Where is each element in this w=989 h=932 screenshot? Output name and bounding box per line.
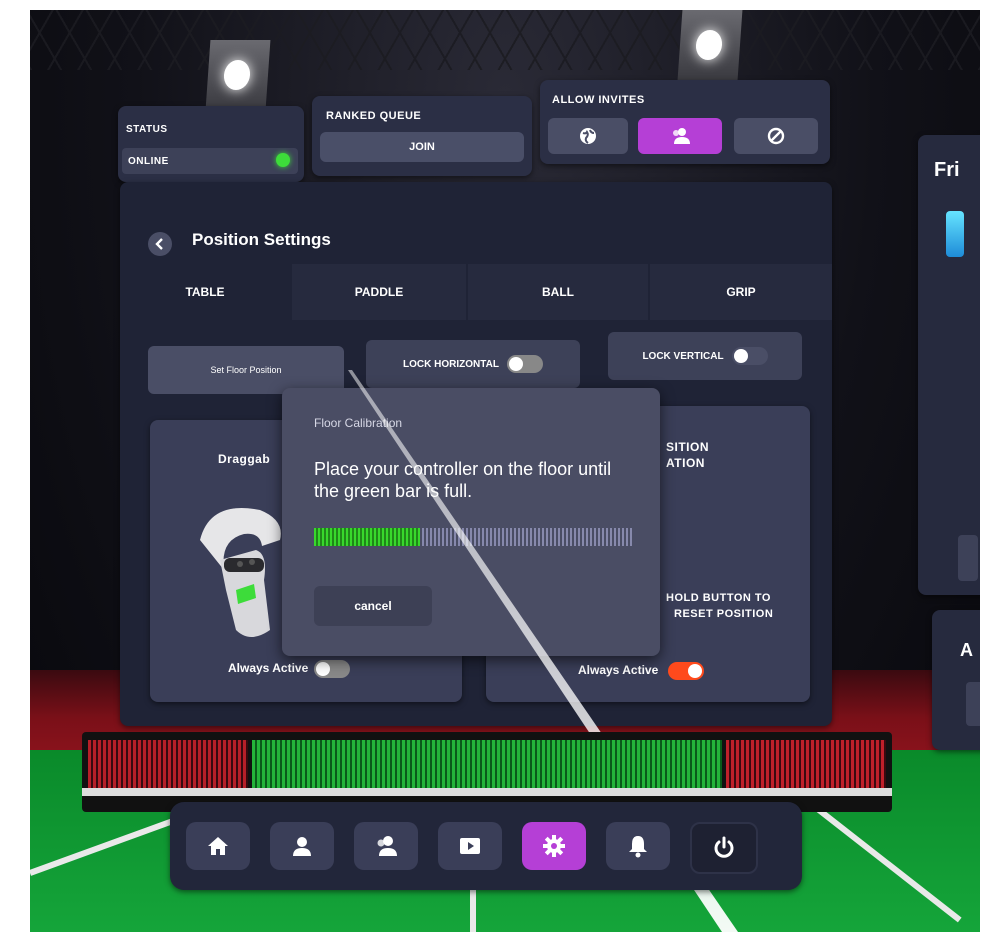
- net-mesh-right: [726, 740, 886, 788]
- home-icon: [206, 835, 230, 857]
- net-mesh-center: [252, 740, 722, 788]
- bottom-nav-dock: [170, 802, 802, 890]
- gear-icon: [542, 834, 566, 858]
- profile-icon: [291, 835, 313, 857]
- nav-notifications-button[interactable]: [606, 822, 670, 870]
- nav-video-button[interactable]: [438, 822, 502, 870]
- video-icon: [458, 835, 482, 857]
- net-mesh-left: [88, 740, 248, 788]
- table-net: [82, 732, 892, 812]
- vr-arena-scene: STATUS ONLINE RANKED QUEUE JOIN ALLOW IN…: [30, 10, 980, 932]
- bell-icon: [627, 834, 649, 858]
- nav-profile-button[interactable]: [270, 822, 334, 870]
- nav-home-button[interactable]: [186, 822, 250, 870]
- nav-power-button[interactable]: [690, 822, 758, 874]
- friends-icon: [374, 835, 398, 857]
- nav-settings-button[interactable]: [522, 822, 586, 870]
- power-icon: [712, 836, 736, 860]
- nav-friends-button[interactable]: [354, 822, 418, 870]
- net-top-band: [82, 788, 892, 796]
